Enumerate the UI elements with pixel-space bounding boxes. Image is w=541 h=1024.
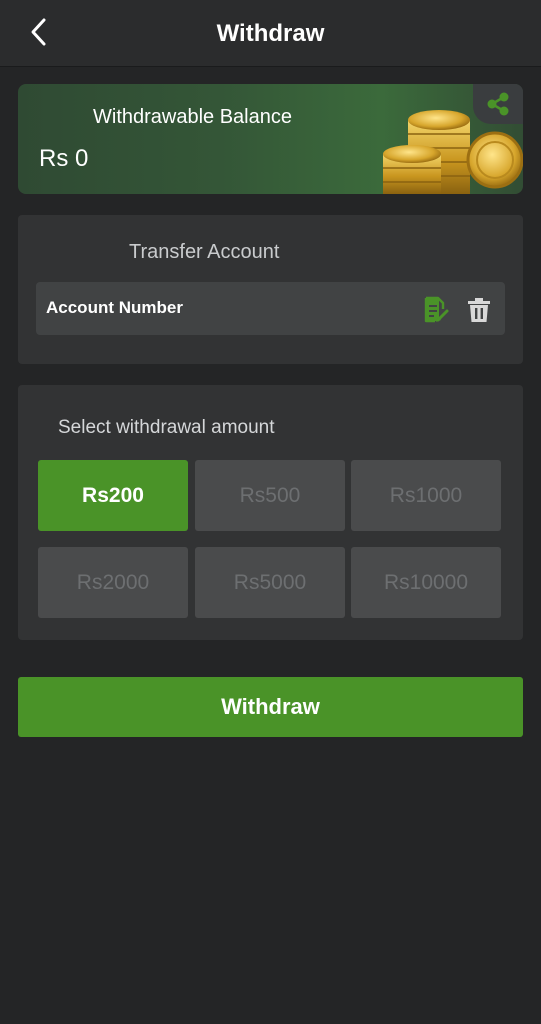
amount-option-1000[interactable]: Rs1000 [351, 460, 501, 531]
edit-document-icon[interactable] [422, 296, 450, 324]
page-title: Withdraw [216, 20, 325, 47]
amount-option-200[interactable]: Rs200 [38, 460, 188, 531]
balance-value: Rs 0 [39, 145, 89, 172]
transfer-account-title: Transfer Account [129, 241, 280, 263]
transfer-account-panel: Transfer Account Account Number [18, 215, 523, 364]
account-number-row[interactable]: Account Number [36, 282, 505, 335]
amount-option-5000[interactable]: Rs5000 [195, 547, 345, 618]
account-number-label: Account Number [46, 298, 183, 317]
header-bar: Withdraw [0, 0, 541, 67]
amount-option-2000[interactable]: Rs2000 [38, 547, 188, 618]
share-button[interactable] [473, 84, 523, 124]
withdrawal-amount-panel: Select withdrawal amount Rs200 Rs500 Rs1… [18, 385, 523, 640]
trash-icon[interactable] [466, 296, 492, 324]
withdrawal-amount-title: Select withdrawal amount [58, 417, 275, 438]
balance-label: Withdrawable Balance [93, 106, 292, 128]
withdraw-button[interactable]: Withdraw [18, 677, 523, 737]
share-icon [487, 92, 509, 116]
amount-option-10000[interactable]: Rs10000 [351, 547, 501, 618]
amount-option-500[interactable]: Rs500 [195, 460, 345, 531]
balance-card: Withdrawable Balance Rs 0 [18, 84, 523, 194]
